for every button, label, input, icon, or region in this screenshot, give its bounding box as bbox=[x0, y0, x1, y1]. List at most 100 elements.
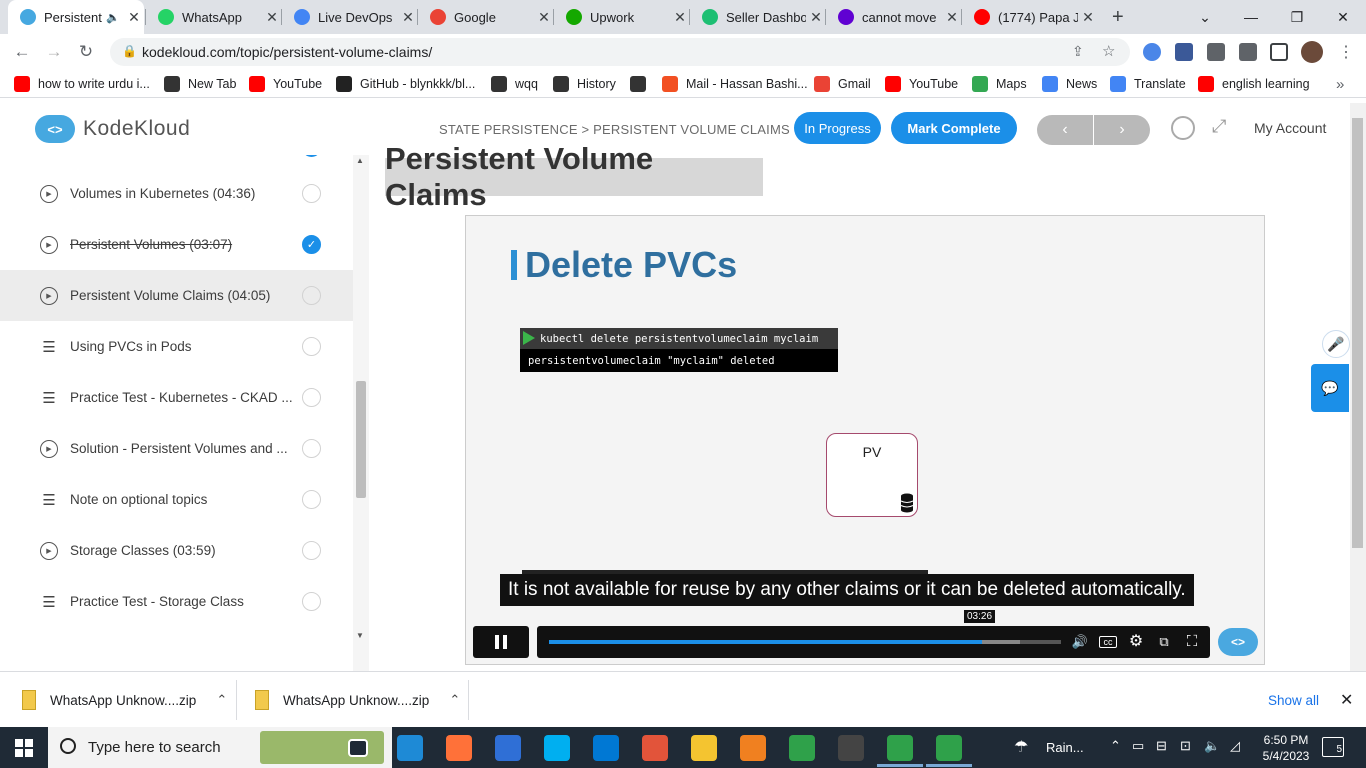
back-icon[interactable]: ← bbox=[10, 40, 34, 64]
incomplete-circle-icon[interactable] bbox=[302, 592, 321, 611]
in-progress-button[interactable]: In Progress bbox=[794, 112, 881, 144]
chat-bubble-icon[interactable]: 💬 bbox=[1311, 364, 1349, 412]
side-panel-icon[interactable] bbox=[1270, 43, 1288, 61]
bookmark-item[interactable]: wqq bbox=[491, 70, 538, 98]
close-tab-icon[interactable]: ✕ bbox=[1078, 9, 1098, 26]
tab-2[interactable]: WhatsApp ✕ bbox=[146, 0, 282, 34]
tab-4[interactable]: Google ✕ bbox=[418, 0, 554, 34]
bookmark-item[interactable]: Translate bbox=[1110, 70, 1186, 98]
bookmark-item[interactable]: how to write urdu i... bbox=[14, 70, 150, 98]
scroll-up-icon[interactable]: ▲ bbox=[356, 156, 364, 165]
minimize-icon[interactable]: — bbox=[1228, 0, 1274, 34]
bookmark-item[interactable]: YouTube bbox=[249, 70, 322, 98]
share-icon[interactable]: ⇪ bbox=[1072, 43, 1084, 60]
start-button[interactable] bbox=[0, 727, 48, 768]
bookmark-star-icon[interactable]: ☆ bbox=[1102, 42, 1115, 60]
download-item[interactable]: WhatsApp Unknow....zip ⌃ bbox=[22, 672, 227, 728]
bookmark-item[interactable]: History bbox=[553, 70, 616, 98]
close-tab-icon[interactable]: ✕ bbox=[806, 9, 826, 26]
edge-icon[interactable] bbox=[397, 735, 423, 761]
kodekloud-logo[interactable]: <> KodeKloud bbox=[35, 115, 190, 143]
close-downloads-icon[interactable]: ✕ bbox=[1340, 672, 1353, 728]
chevron-up-icon[interactable]: ⌃ bbox=[449, 692, 460, 708]
task-view-icon[interactable] bbox=[348, 739, 368, 757]
bookmark-item[interactable]: Mail - Hassan Bashi... bbox=[662, 70, 808, 98]
extensions-puzzle-icon[interactable] bbox=[1207, 43, 1225, 61]
incomplete-circle-icon[interactable] bbox=[302, 439, 321, 458]
fullscreen-icon[interactable]: ⤢ bbox=[1212, 116, 1226, 137]
profile-avatar[interactable] bbox=[1301, 41, 1323, 63]
wifi-icon[interactable]: ◿ bbox=[1230, 738, 1240, 754]
captions-icon[interactable]: cc bbox=[1099, 636, 1117, 648]
breadcrumb[interactable]: STATE PERSISTENCE > PERSISTENT VOLUME CL… bbox=[439, 122, 790, 137]
lesson-item[interactable]: ▶ Storage Classes (03:59) bbox=[0, 525, 353, 576]
close-tab-icon[interactable]: ✕ bbox=[124, 9, 144, 26]
seek-bar[interactable] bbox=[549, 640, 1061, 644]
mic-extension-icon[interactable] bbox=[1143, 43, 1161, 61]
meet-now-icon[interactable]: ⊡ bbox=[1180, 738, 1191, 754]
pause-button[interactable] bbox=[473, 626, 529, 658]
skype-icon[interactable] bbox=[544, 735, 570, 761]
incomplete-circle-icon[interactable] bbox=[302, 490, 321, 509]
settings-gear-icon[interactable]: ⚙ bbox=[1127, 634, 1145, 650]
tab-audio-icon[interactable]: 🔈 bbox=[106, 11, 120, 24]
download-item[interactable]: WhatsApp Unknow....zip ⌃ bbox=[255, 672, 460, 728]
tray-chevron-icon[interactable]: ⌃ bbox=[1110, 738, 1121, 754]
weather-icon[interactable]: ☂ bbox=[1014, 737, 1028, 757]
close-tab-icon[interactable]: ✕ bbox=[262, 9, 282, 26]
next-lesson-button[interactable]: › bbox=[1094, 115, 1150, 145]
weather-text[interactable]: Rain... bbox=[1046, 740, 1084, 755]
dark-mode-icon[interactable] bbox=[1171, 116, 1195, 140]
scroll-down-icon[interactable]: ▼ bbox=[356, 631, 364, 640]
close-tab-icon[interactable]: ✕ bbox=[398, 9, 418, 26]
picture-in-picture-icon[interactable]: ⧉ bbox=[1155, 634, 1173, 650]
tab-7[interactable]: cannot move ✕ bbox=[826, 0, 962, 34]
file-explorer-icon[interactable] bbox=[691, 735, 717, 761]
bookmark-item[interactable]: YouTube bbox=[885, 70, 958, 98]
sidebar-scroll-thumb[interactable] bbox=[356, 381, 366, 498]
incomplete-circle-icon[interactable] bbox=[302, 184, 321, 203]
lesson-item[interactable]: ▶ Persistent Volumes (03:07) ✓ bbox=[0, 219, 353, 270]
bookmark-item[interactable]: english learning bbox=[1198, 70, 1310, 98]
chevron-up-icon[interactable]: ⌃ bbox=[216, 692, 227, 708]
lesson-item[interactable]: ☰ Practice Test - Kubernetes - CKAD ... bbox=[0, 372, 353, 423]
close-tab-icon[interactable]: ✕ bbox=[942, 9, 962, 26]
notification-center-icon[interactable]: 5 bbox=[1322, 737, 1344, 757]
reload-icon[interactable]: ↻ bbox=[74, 40, 98, 64]
tab-6[interactable]: Seller Dashbo ✕ bbox=[690, 0, 826, 34]
address-bar[interactable]: 🔒 kodekloud.com/topic/persistent-volume-… bbox=[110, 38, 1130, 66]
video-player[interactable]: Delete PVCs kubectl delete persistentvol… bbox=[465, 215, 1265, 665]
bookmark-item[interactable]: Maps bbox=[972, 70, 1027, 98]
lesson-item[interactable]: ☰ Using PVCs in Pods bbox=[0, 321, 353, 372]
video-fullscreen-icon[interactable]: ⛶ bbox=[1183, 634, 1201, 650]
close-tab-icon[interactable]: ✕ bbox=[670, 9, 690, 26]
menu-dots-icon[interactable]: ⋮ bbox=[1334, 40, 1358, 64]
close-window-icon[interactable]: ✕ bbox=[1320, 0, 1366, 34]
prev-lesson-button[interactable]: ‹ bbox=[1037, 115, 1093, 145]
bookmark-item[interactable]: Gmail bbox=[814, 70, 871, 98]
bookmark-item[interactable]: New Tab bbox=[164, 70, 236, 98]
lesson-item[interactable]: ▶ Solution - Persistent Volumes and ... bbox=[0, 423, 353, 474]
battery-icon[interactable]: ▭ bbox=[1132, 738, 1144, 754]
incomplete-circle-icon[interactable] bbox=[302, 541, 321, 560]
volume-icon[interactable]: 🔊 bbox=[1071, 634, 1089, 650]
tab-search-icon[interactable]: ⌄ bbox=[1182, 0, 1228, 34]
chrome-icon[interactable] bbox=[936, 735, 962, 761]
tab-3[interactable]: Live DevOps ✕ bbox=[282, 0, 418, 34]
firefox-icon[interactable] bbox=[446, 735, 472, 761]
tab-5[interactable]: Upwork ✕ bbox=[554, 0, 690, 34]
lesson-item[interactable]: ▶ Persistent Volume Claims (04:05) bbox=[0, 270, 353, 321]
incomplete-circle-icon[interactable] bbox=[302, 337, 321, 356]
show-all-link[interactable]: Show all bbox=[1268, 672, 1319, 728]
media-control-icon[interactable] bbox=[1239, 43, 1257, 61]
tab-1[interactable]: Persistent 🔈 ✕ bbox=[8, 0, 144, 34]
mail-icon[interactable] bbox=[593, 735, 619, 761]
lesson-item[interactable]: ☰ Practice Test - Storage Class bbox=[0, 576, 353, 627]
taskbar-clock[interactable]: 6:50 PM 5/4/2023 bbox=[1258, 732, 1314, 764]
app-icon[interactable] bbox=[642, 735, 668, 761]
url-text[interactable]: kodekloud.com/topic/persistent-volume-cl… bbox=[142, 44, 432, 60]
bookmark-item[interactable]: GitHub - blynkkk/bl... bbox=[336, 70, 475, 98]
bookmark-item[interactable] bbox=[630, 70, 654, 98]
incomplete-circle-icon[interactable] bbox=[302, 388, 321, 407]
download-extension-icon[interactable] bbox=[1175, 43, 1193, 61]
